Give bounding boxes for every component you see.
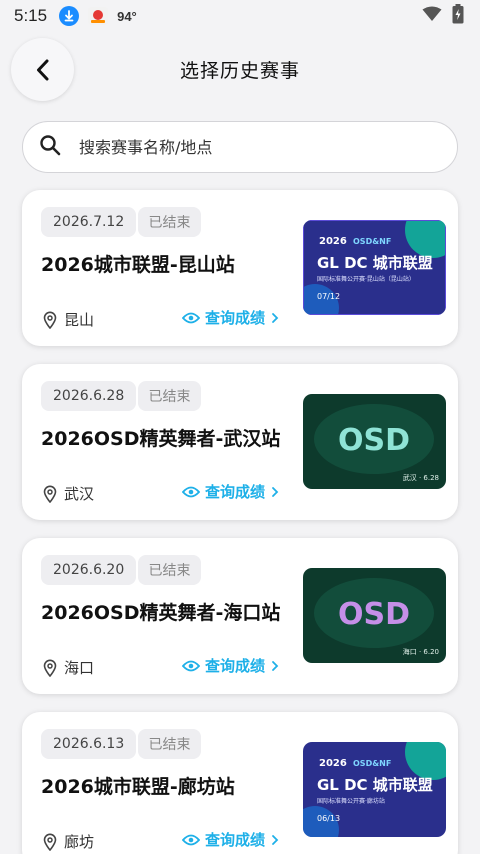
event-card[interactable]: 2026.6.13 已结束 2026城市联盟-廊坊站 廊坊 查询成绩 2026 … xyxy=(22,712,458,854)
search-icon xyxy=(39,134,61,160)
chevron-right-icon xyxy=(272,834,279,845)
event-poster: 2026 OSD&NF GL DC 城市联盟 国际标准舞公开赛·昆山站（昆山站）… xyxy=(303,220,446,315)
event-location-label: 武汉 xyxy=(64,485,95,503)
event-date: 2026.6.20 xyxy=(41,555,137,585)
event-status-badge: 已结束 xyxy=(138,555,201,585)
view-results-link[interactable]: 查询成绩 xyxy=(182,481,279,502)
event-location: 海口 xyxy=(43,657,94,678)
status-bar: 5:15 94° xyxy=(0,0,480,32)
download-icon xyxy=(59,6,80,26)
poster-logo: OSD&NF xyxy=(353,237,391,246)
event-title: 2026城市联盟-昆山站 xyxy=(41,254,235,276)
event-title: 2026OSD精英舞者-海口站 xyxy=(41,602,281,624)
location-pin-icon xyxy=(43,485,57,503)
event-title: 2026城市联盟-廊坊站 xyxy=(41,776,235,798)
poster-footer: 07/12 xyxy=(317,292,340,301)
eye-icon xyxy=(182,660,200,671)
event-status-badge: 已结束 xyxy=(138,729,201,759)
event-title: 2026OSD精英舞者-武汉站 xyxy=(41,428,281,450)
event-card[interactable]: 2026.6.28 已结束 2026OSD精英舞者-武汉站 武汉 查询成绩 OS… xyxy=(22,364,458,520)
view-results-label: 查询成绩 xyxy=(205,309,266,327)
eye-icon xyxy=(182,486,200,497)
view-results-link[interactable]: 查询成绩 xyxy=(182,829,279,850)
location-pin-icon xyxy=(43,659,57,677)
view-results-label: 查询成绩 xyxy=(205,657,266,675)
poster-caption: 武汉 · 6.28 xyxy=(403,473,439,482)
chevron-right-icon xyxy=(272,660,279,671)
event-location-label: 海口 xyxy=(64,659,95,677)
app-header: 选择历史赛事 xyxy=(0,38,480,102)
event-date: 2026.6.13 xyxy=(41,729,137,759)
battery-icon xyxy=(452,4,464,28)
page-title: 选择历史赛事 xyxy=(179,60,300,82)
location-pin-icon xyxy=(43,311,57,329)
event-poster-art: 2026 OSD&NF GL DC 城市联盟 国际标准舞公开赛·廊坊站 06/1… xyxy=(303,742,446,837)
poster-headline: OSD xyxy=(338,597,410,632)
view-results-link[interactable]: 查询成绩 xyxy=(182,307,279,328)
view-results-link[interactable]: 查询成绩 xyxy=(182,655,279,676)
event-location: 昆山 xyxy=(43,309,94,330)
wifi-icon xyxy=(422,6,442,26)
event-location-label: 昆山 xyxy=(64,311,95,329)
status-temperature: 94° xyxy=(117,8,137,24)
poster-footer: 06/13 xyxy=(317,814,340,823)
event-list: 2026.7.12 已结束 2026城市联盟-昆山站 昆山 查询成绩 2026 … xyxy=(22,190,458,854)
event-card[interactable]: 2026.7.12 已结束 2026城市联盟-昆山站 昆山 查询成绩 2026 … xyxy=(22,190,458,346)
app-notification-icon xyxy=(87,6,109,26)
poster-subtitle: 国际标准舞公开赛·昆山站（昆山站） xyxy=(317,275,415,283)
event-location-label: 廊坊 xyxy=(64,833,95,851)
poster-year: 2026 xyxy=(319,236,347,247)
event-poster-art: OSD 海口 · 6.20 xyxy=(303,568,446,663)
poster-year: 2026 xyxy=(319,758,347,769)
poster-caption: 海口 · 6.20 xyxy=(403,647,439,656)
event-card[interactable]: 2026.6.20 已结束 2026OSD精英舞者-海口站 海口 查询成绩 OS… xyxy=(22,538,458,694)
event-status-badge: 已结束 xyxy=(138,381,201,411)
event-location: 武汉 xyxy=(43,483,94,504)
event-poster-art: 2026 OSD&NF GL DC 城市联盟 国际标准舞公开赛·昆山站（昆山站）… xyxy=(303,220,446,315)
poster-headline: GL DC 城市联盟 xyxy=(317,776,433,794)
poster-headline: OSD xyxy=(338,423,410,458)
search-input[interactable] xyxy=(79,137,399,157)
event-poster: OSD 海口 · 6.20 xyxy=(303,568,446,663)
event-poster-art: OSD 武汉 · 6.28 xyxy=(303,394,446,489)
search-bar[interactable] xyxy=(22,121,458,173)
poster-subtitle: 国际标准舞公开赛·廊坊站 xyxy=(317,797,385,805)
poster-logo: OSD&NF xyxy=(353,759,391,768)
event-poster: OSD 武汉 · 6.28 xyxy=(303,394,446,489)
event-poster: 2026 OSD&NF GL DC 城市联盟 国际标准舞公开赛·廊坊站 06/1… xyxy=(303,742,446,837)
chevron-right-icon xyxy=(272,486,279,497)
event-location: 廊坊 xyxy=(43,831,94,852)
view-results-label: 查询成绩 xyxy=(205,831,266,849)
chevron-right-icon xyxy=(272,312,279,323)
status-time: 5:15 xyxy=(14,6,48,25)
event-status-badge: 已结束 xyxy=(138,207,201,237)
event-date: 2026.6.28 xyxy=(41,381,137,411)
event-date: 2026.7.12 xyxy=(41,207,137,237)
view-results-label: 查询成绩 xyxy=(205,483,266,501)
poster-headline: GL DC 城市联盟 xyxy=(317,254,433,272)
eye-icon xyxy=(182,312,200,323)
location-pin-icon xyxy=(43,833,57,851)
eye-icon xyxy=(182,834,200,845)
